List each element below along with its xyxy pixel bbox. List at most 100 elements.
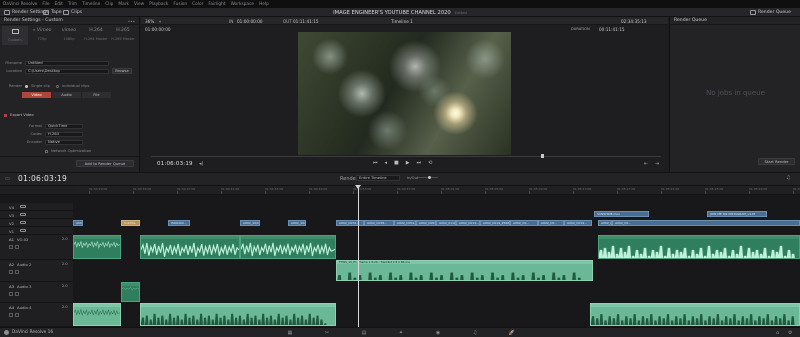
audio-speaker-icon[interactable]: ◂) [199, 161, 203, 167]
match-frame-icon[interactable]: ⇤ [644, 161, 648, 167]
play-icon[interactable]: ▶ [406, 160, 410, 166]
audio-clip[interactable] [598, 235, 800, 259]
timeline-clip[interactable]: A002_C064... [416, 220, 436, 226]
solo-button[interactable] [15, 270, 19, 274]
timeline-clip[interactable]: A002_C0... [510, 220, 538, 226]
menu-item[interactable]: Mark [118, 2, 129, 7]
timeline-clip[interactable]: A002_0110... [436, 220, 456, 226]
timeline-playhead[interactable] [358, 186, 359, 327]
timeline-clip[interactable]: A002_C019_25664.mov [480, 220, 510, 226]
track-header-v2[interactable]: V2 [0, 219, 73, 227]
menu-item[interactable]: File [42, 2, 49, 7]
track-header-a1[interactable]: A1 VO.02 2.0 [0, 235, 73, 260]
cut-page-icon[interactable]: ✂ [323, 330, 331, 336]
home-icon[interactable]: ⌂ [776, 330, 779, 336]
individual-clips-radio[interactable] [55, 84, 59, 88]
preset-vimeo-1080[interactable]: vimeo 1080p [56, 26, 82, 45]
timeline-clip[interactable]: A002_C054... [394, 220, 416, 226]
timeline-clip[interactable]: A002_C038... [364, 220, 394, 226]
timeline-clip[interactable]: A002_C014... [456, 220, 480, 226]
more-options-icon[interactable]: ••• [128, 19, 135, 24]
settings-gear-icon[interactable]: ⚙ [788, 330, 792, 336]
timeline-clip[interactable]: JOIN ME ON INSTAGRAM_v4.tif [707, 211, 767, 217]
track-header-a2[interactable]: A2 Audio 2 2.0 [0, 260, 73, 282]
preset-vimeo-720[interactable]: » Vimeo 720p [29, 26, 55, 45]
playhead-handle[interactable] [355, 185, 361, 189]
preset-h264[interactable]: H.264 H.264 Master [83, 26, 109, 45]
render-queue-button[interactable]: Render Queue [750, 9, 791, 15]
timeline-clip[interactable]: A002_C019... [564, 220, 592, 226]
timeline-clip[interactable]: A002_C0... [598, 220, 612, 226]
go-to-start-icon[interactable]: ⏮ [373, 160, 378, 166]
tape-button[interactable]: Tape [43, 9, 62, 15]
stop-icon[interactable]: ■ [394, 160, 399, 166]
menu-item[interactable]: Fairlight [208, 2, 225, 7]
track-header-v4[interactable]: V4 [0, 203, 73, 211]
color-page-icon[interactable]: ◉ [434, 330, 442, 336]
export-video-checkbox[interactable] [4, 113, 7, 117]
timeline-clip[interactable]: A002_C034... [336, 220, 364, 226]
mute-button[interactable] [9, 245, 13, 249]
network-checkbox[interactable] [45, 149, 48, 153]
timeline-clip[interactable]: SUNSHINE.mov [594, 211, 649, 217]
timeline-name-dropdown[interactable]: Timeline 1 [391, 19, 413, 24]
solo-button[interactable] [15, 245, 19, 249]
codec-select[interactable]: H.264 [45, 131, 83, 137]
tab-audio[interactable]: Audio [52, 92, 81, 98]
location-input[interactable]: C:\Users\Desktop [25, 68, 109, 74]
solo-button[interactable] [15, 313, 19, 317]
scrubber-playhead[interactable] [541, 154, 544, 158]
track-header-a3[interactable]: A3 Audio 3 2.0 [0, 282, 73, 303]
zoom-dropdown[interactable]: 36% [145, 19, 154, 24]
menu-item[interactable]: Color [192, 2, 203, 7]
render-settings-button[interactable]: Render Settings [4, 9, 49, 15]
menu-item[interactable]: Playback [149, 2, 168, 7]
media-page-icon[interactable]: ▦ [286, 330, 294, 336]
go-to-end-icon[interactable]: ⏭ [417, 160, 422, 166]
audio-clip[interactable] [240, 235, 336, 259]
step-back-icon[interactable]: ◂ [385, 160, 388, 166]
mute-button[interactable] [9, 270, 13, 274]
tab-video[interactable]: Video [22, 92, 51, 98]
single-clip-radio[interactable] [25, 84, 28, 88]
track-header-v3[interactable]: V3 [0, 211, 73, 219]
timeline-clip[interactable]: A002_C0... [538, 220, 564, 226]
mute-button[interactable] [9, 313, 13, 317]
add-to-render-queue-button[interactable]: Add to Render Queue [76, 160, 134, 167]
timeline-clip[interactable]: ISO6400... [168, 220, 190, 226]
timeline-clip[interactable]: A002_1026... [288, 220, 306, 226]
mute-button[interactable] [9, 292, 13, 296]
timeline-clip[interactable]: A002_C0... [612, 220, 800, 226]
menu-item[interactable]: View [134, 2, 144, 7]
audio-clip[interactable] [140, 303, 336, 326]
render-range-select[interactable]: Entire Timeline [356, 175, 400, 181]
loop-icon[interactable]: ⟲ [428, 160, 432, 166]
timeline-options-icon[interactable]: ▭ [5, 176, 10, 182]
filename-input[interactable]: Untitled [25, 60, 109, 66]
menu-item[interactable]: Timeline [82, 2, 100, 7]
preset-custom[interactable]: Custom [2, 26, 28, 45]
fairlight-page-icon[interactable]: ♫ [471, 330, 479, 336]
menu-item[interactable]: Workspace [231, 2, 255, 7]
audio-clip[interactable] [590, 303, 800, 326]
encoder-select[interactable]: Native [45, 139, 83, 145]
timeline-clip[interactable]: A002_1024... [240, 220, 260, 226]
zoom-slider-handle[interactable] [428, 175, 431, 179]
next-clip-icon[interactable]: ⇥ [655, 161, 659, 167]
audio-clip[interactable] [73, 303, 121, 326]
edit-page-icon[interactable]: ▤ [360, 330, 368, 336]
timeline-ruler[interactable]: 01:04:29:00 01:04:33:00 01:04:37:00 01:04:4… [73, 186, 800, 195]
subtitle-clip[interactable]: Subtitle [121, 220, 140, 226]
scrubber-bar[interactable] [151, 156, 661, 157]
track-header-a4[interactable]: A4 Audio 4 2.0 [0, 303, 73, 327]
browse-button[interactable]: Browse [112, 68, 132, 74]
solo-button[interactable] [15, 292, 19, 296]
preset-h265[interactable]: H.265 H.265 Master [110, 26, 136, 45]
timeline-clip[interactable]: A002_C0... [73, 220, 83, 226]
track-header-v1[interactable]: V1 [0, 227, 73, 235]
fusion-page-icon[interactable]: ✦ [397, 330, 405, 336]
tab-file[interactable]: File [82, 92, 111, 98]
menu-item[interactable]: Help [259, 2, 269, 7]
deliver-page-icon[interactable]: 🚀 [508, 330, 516, 336]
audio-clip[interactable] [73, 235, 121, 259]
